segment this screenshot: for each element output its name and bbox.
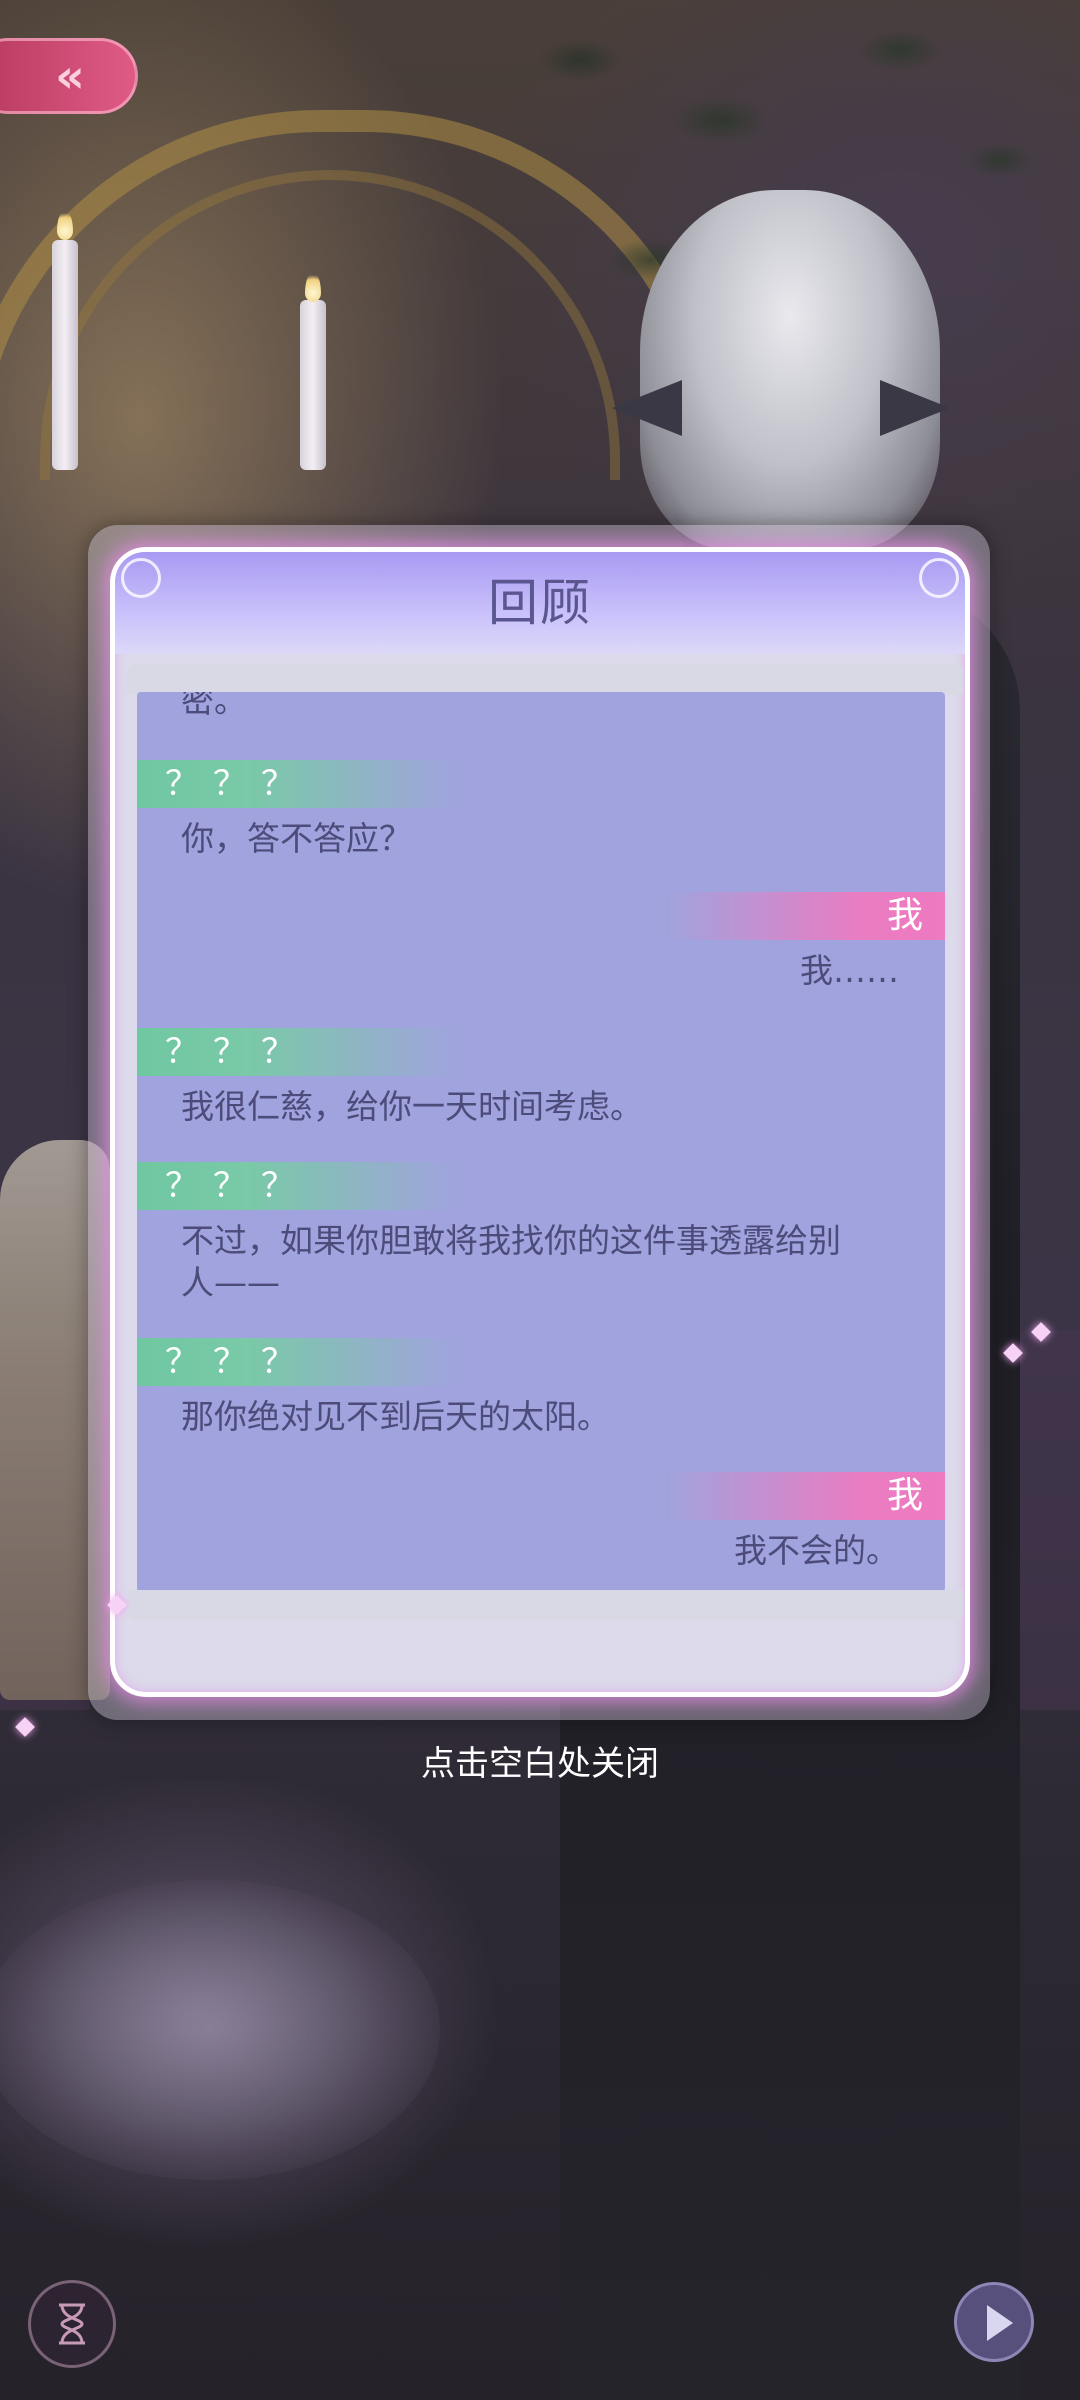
corner-ornament-icon (919, 558, 959, 598)
character-ear (612, 380, 682, 436)
character-hair (640, 190, 940, 550)
speaker-tag: ？？？ (137, 1028, 457, 1076)
character-ear (880, 380, 950, 436)
speaker-tag: 我 (665, 892, 945, 940)
speaker-tag: 我 (665, 1472, 945, 1520)
back-button[interactable]: « (0, 38, 138, 114)
log-text: 密。 (181, 692, 247, 720)
log-text: 你，答不答应？ (181, 819, 412, 858)
close-hint[interactable]: 点击空白处关闭 (0, 1736, 1080, 1785)
log-text: 我很仁慈，给你一天时间考虑。 (181, 1087, 643, 1126)
speaker-tag: ？？？ (137, 1162, 457, 1210)
log-text: 人—— (181, 1263, 280, 1302)
speaker-tag: ？？？ (137, 1338, 457, 1386)
scroll-cap-bottom (127, 1590, 963, 1620)
double-chevron-left-icon: « (55, 49, 85, 103)
corner-ornament-icon (121, 558, 161, 598)
review-dialog: 回顾 密。 ？？？ 你，答不答应？ 我 我…… ？？？ 我很仁慈，给你一天时间考… (110, 547, 970, 1697)
log-text: 那你绝对见不到后天的太阳。 (181, 1397, 610, 1436)
log-text: 不过，如果你胆敢将我找你的这件事透露给别 (181, 1221, 841, 1260)
log-text: 我…… (800, 951, 899, 990)
pillow (0, 1880, 440, 2180)
hourglass-button[interactable] (28, 2280, 116, 2368)
candle (52, 240, 78, 470)
scroll-cap-top (127, 664, 963, 694)
dialog-title: 回顾 (488, 574, 592, 632)
candle (300, 300, 326, 470)
log-text: 我不会的。 (734, 1531, 899, 1570)
speaker-tag: ？？？ (137, 760, 457, 808)
hourglass-icon (59, 2303, 85, 2345)
review-log[interactable]: 密。 ？？？ 你，答不答应？ 我 我…… ？？？ 我很仁慈，给你一天时间考虑。 … (137, 692, 945, 1592)
auto-play-button[interactable] (954, 2282, 1034, 2362)
